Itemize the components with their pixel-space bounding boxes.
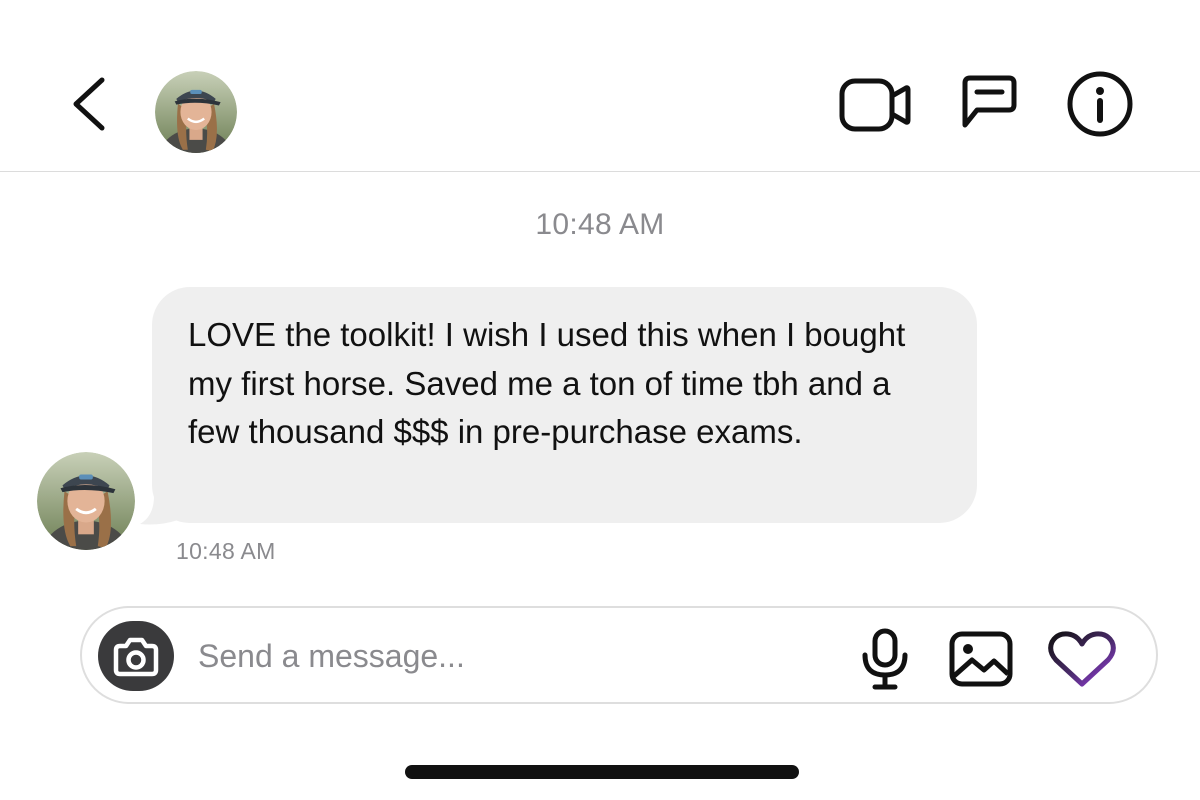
image-gallery-icon[interactable] <box>948 630 1014 688</box>
message-text: LOVE the toolkit! I wish I used this whe… <box>188 316 906 450</box>
message-thread-icon[interactable] <box>957 73 1021 133</box>
back-chevron-icon[interactable] <box>66 72 116 136</box>
conversation-header <box>0 0 1200 172</box>
dm-conversation-screen: 10:48 AM LOVE the toolkit! I wish I used… <box>0 0 1200 800</box>
conversation-timestamp: 10:48 AM <box>535 208 665 241</box>
incoming-message-bubble[interactable]: LOVE the toolkit! I wish I used this whe… <box>152 287 977 523</box>
camera-icon <box>113 637 159 677</box>
microphone-icon[interactable] <box>858 627 912 691</box>
contact-avatar[interactable] <box>155 71 237 153</box>
heart-icon[interactable] <box>1046 630 1118 690</box>
video-call-icon[interactable] <box>838 76 912 134</box>
message-timestamp: 10:48 AM <box>176 538 276 564</box>
message-input[interactable] <box>198 632 838 680</box>
info-icon[interactable] <box>1066 70 1134 138</box>
message-composer <box>80 606 1158 704</box>
home-indicator[interactable] <box>405 765 799 779</box>
camera-button[interactable] <box>98 621 174 691</box>
sender-avatar[interactable] <box>37 452 135 550</box>
